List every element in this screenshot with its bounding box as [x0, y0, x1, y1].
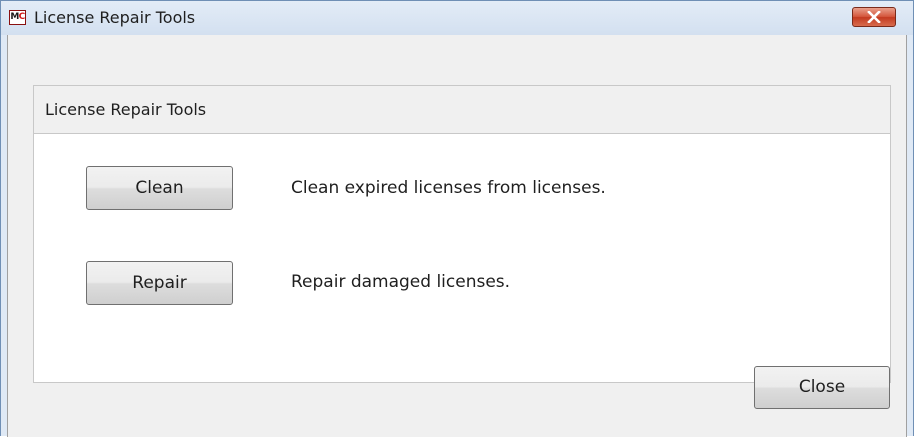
- group-title: License Repair Tools: [45, 100, 207, 119]
- license-repair-group: License Repair Tools Clean Clean expired…: [33, 85, 891, 383]
- app-logo-icon: MC: [9, 10, 26, 25]
- close-x-icon: [867, 10, 881, 24]
- clean-button[interactable]: Clean: [86, 166, 233, 210]
- repair-button[interactable]: Repair: [86, 261, 233, 305]
- clean-description: Clean expired licenses from licenses.: [291, 178, 606, 198]
- dialog-client-area: License Repair Tools Clean Clean expired…: [7, 35, 907, 437]
- dialog-window: MC License Repair Tools License Repair T…: [0, 0, 914, 437]
- window-close-button[interactable]: [852, 7, 896, 27]
- group-header: License Repair Tools: [34, 86, 890, 134]
- repair-description: Repair damaged licenses.: [291, 272, 511, 292]
- title-bar[interactable]: MC License Repair Tools: [1, 1, 913, 35]
- window-title: License Repair Tools: [34, 8, 196, 27]
- close-button[interactable]: Close: [754, 366, 890, 409]
